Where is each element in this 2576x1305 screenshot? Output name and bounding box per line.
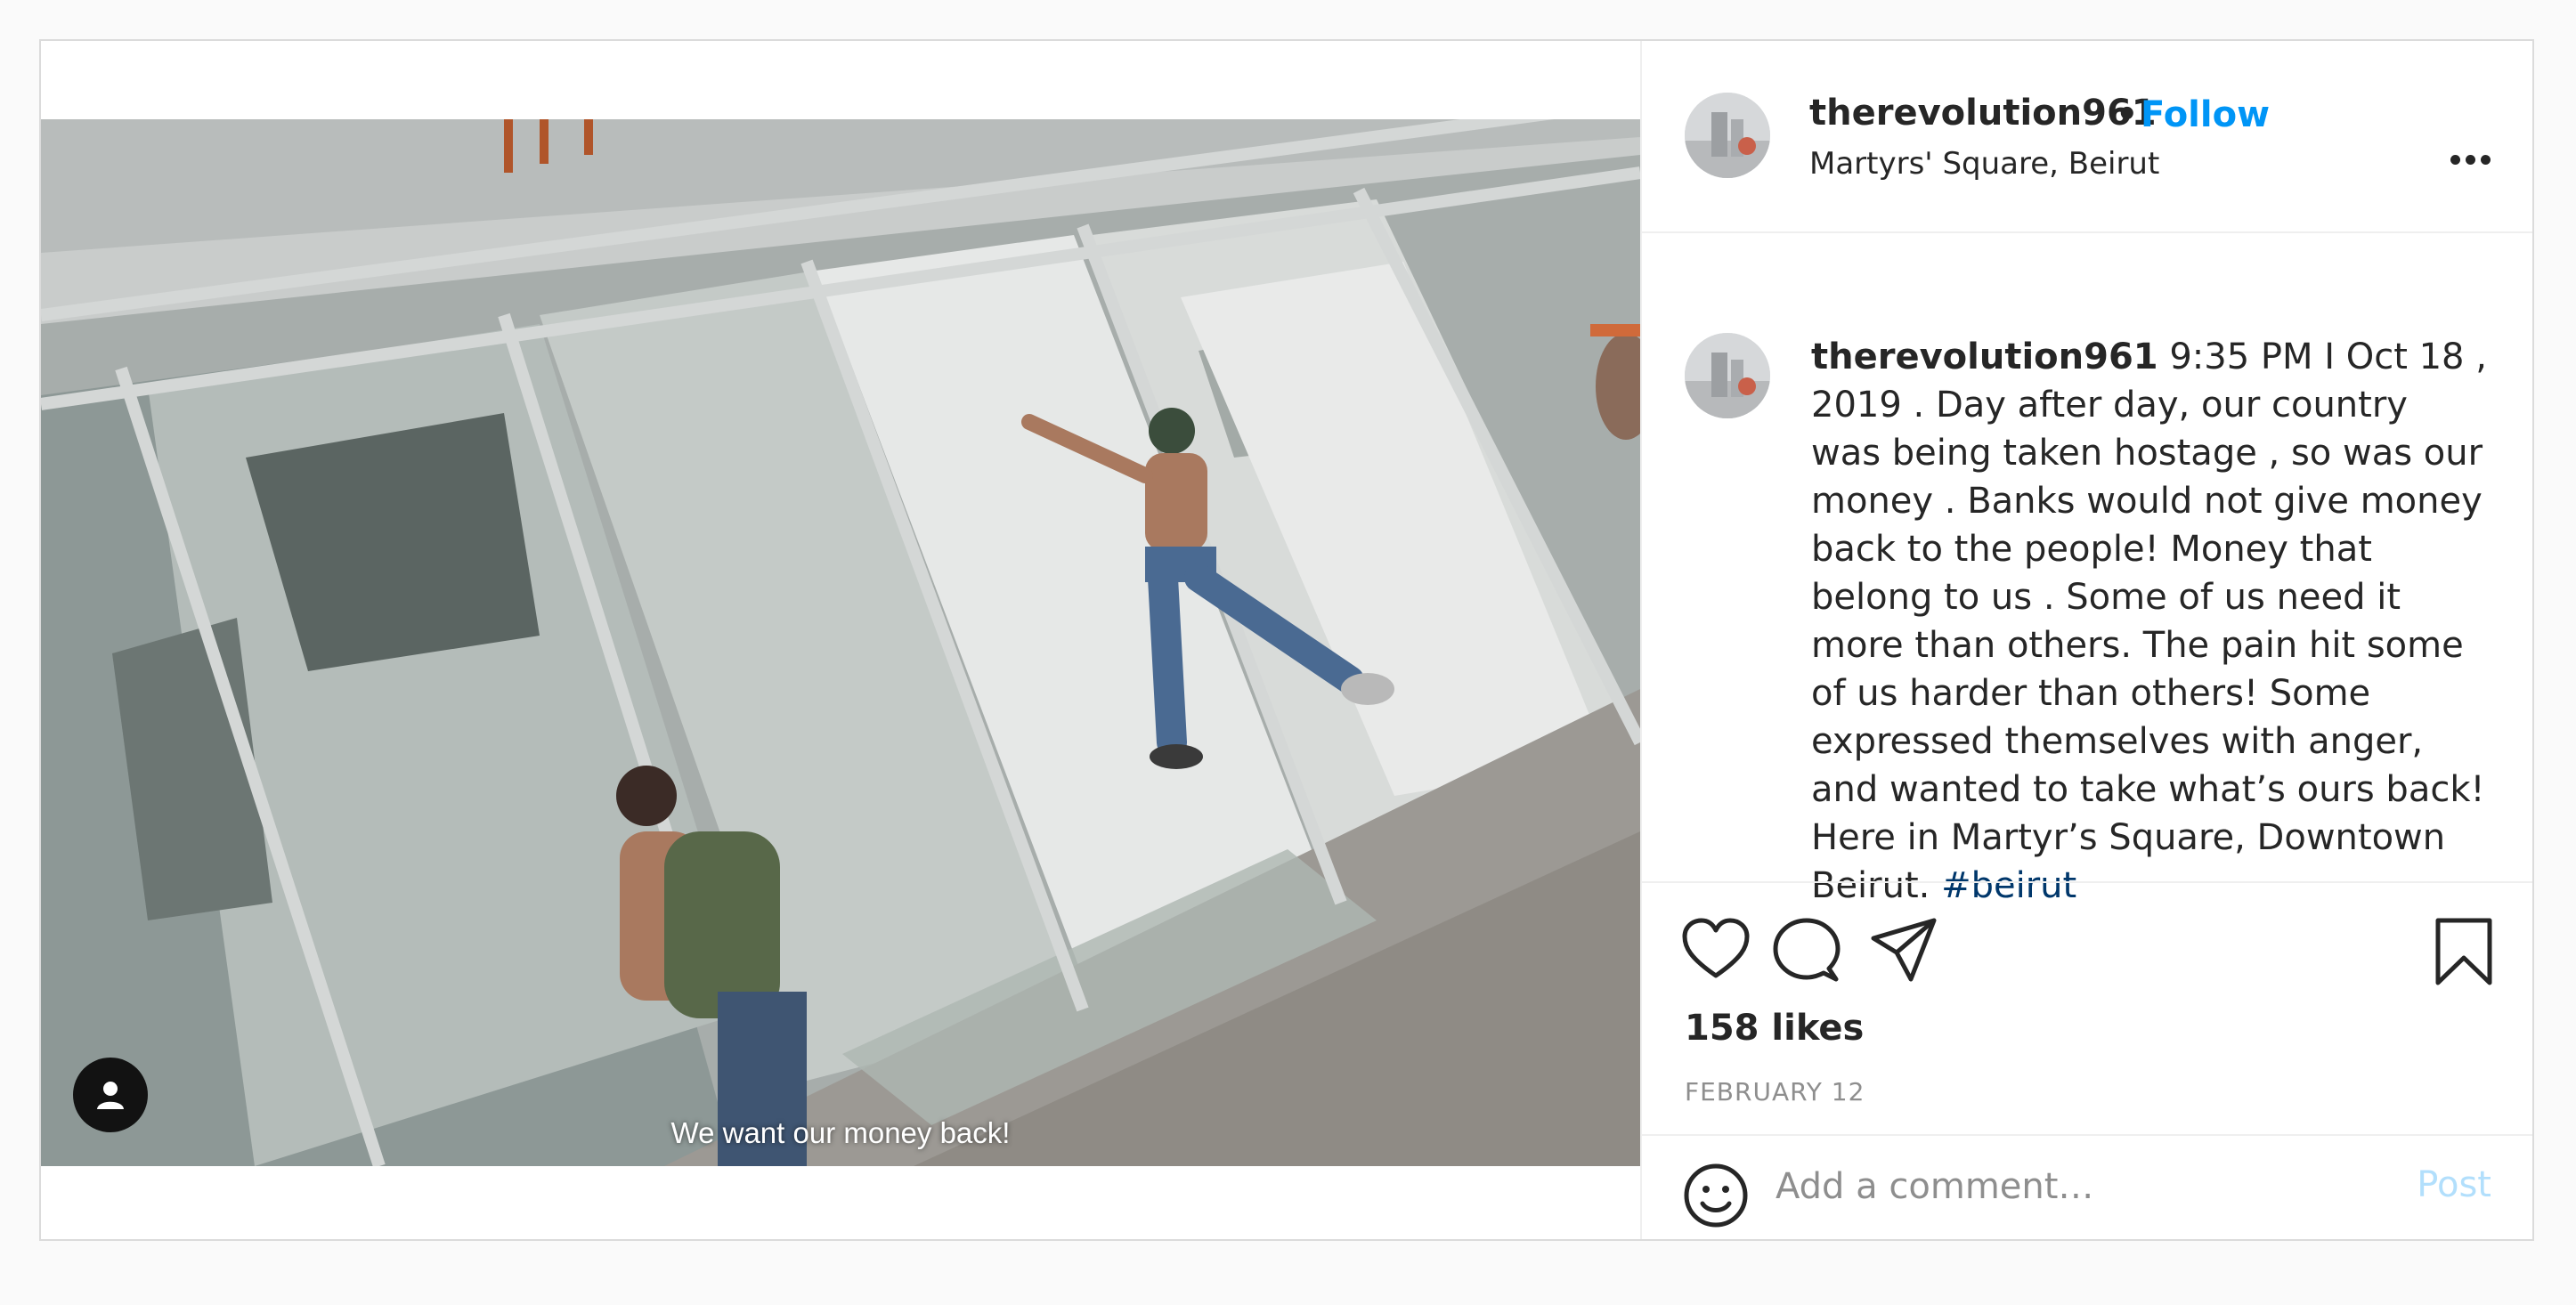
add-comment-bar: Post — [1642, 1134, 2532, 1241]
instagram-post: We want our money back! therevolution961 — [39, 39, 2534, 1241]
post-media: We want our money back! — [41, 41, 1640, 1239]
post-comment-button[interactable]: Post — [2417, 1164, 2491, 1205]
more-horizontal-icon[interactable] — [2450, 155, 2491, 166]
likes-count[interactable]: 158 likes — [1685, 1008, 1864, 1049]
action-bar: 158 likes FEBRUARY 12 — [1642, 881, 2532, 1138]
tagged-users-button[interactable] — [73, 1058, 148, 1132]
caption-username[interactable]: therevolution961 — [1811, 336, 2158, 377]
follow-button[interactable]: Follow — [2141, 94, 2270, 135]
image-overlay-caption: We want our money back! — [670, 1116, 1011, 1149]
post-date[interactable]: FEBRUARY 12 — [1685, 1077, 1865, 1106]
post-header: therevolution961 • Follow Martyrs' Squar… — [1642, 41, 2532, 233]
caption-text: therevolution961 9:35 PM I Oct 18 , 2019… — [1811, 333, 2488, 910]
bookmark-icon[interactable] — [2434, 917, 2493, 986]
separator-dot: • — [2116, 94, 2139, 135]
post-photo[interactable]: We want our money back! — [41, 119, 1640, 1166]
avatar[interactable] — [1685, 333, 1770, 418]
username-link[interactable]: therevolution961 — [1809, 93, 2157, 134]
caption-comment: therevolution961 9:35 PM I Oct 18 , 2019… — [1642, 233, 2532, 906]
share-icon[interactable] — [1870, 917, 1938, 983]
user-icon — [97, 1082, 124, 1109]
location-link[interactable]: Martyrs' Square, Beirut — [1809, 146, 2159, 182]
caption-body: 9:35 PM I Oct 18 , 2019 . Day after day,… — [1811, 336, 2487, 906]
heart-icon[interactable] — [1681, 917, 1751, 981]
comment-icon[interactable] — [1772, 917, 1841, 985]
emoji-icon[interactable] — [1683, 1163, 1749, 1228]
comment-input[interactable] — [1774, 1159, 2347, 1214]
post-side-panel: therevolution961 • Follow Martyrs' Squar… — [1640, 41, 2532, 1239]
avatar[interactable] — [1685, 93, 1770, 178]
